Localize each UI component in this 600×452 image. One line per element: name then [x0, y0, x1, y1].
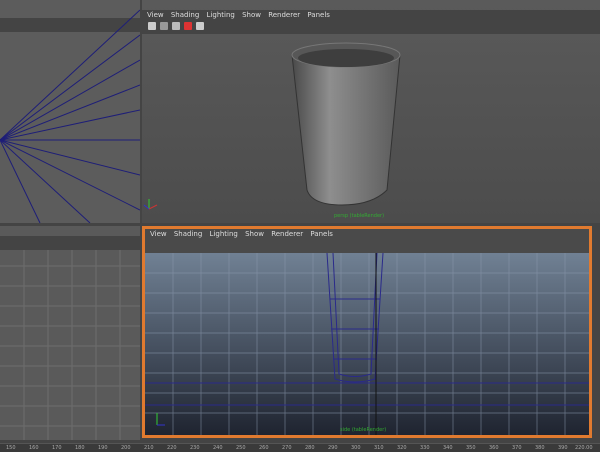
top-left-viewport[interactable]	[0, 0, 140, 223]
timeline-ruler[interactable]: 150 160 170 180 190 200 210 220 230 240 …	[0, 443, 600, 452]
perspective-viewport[interactable]: View Shading Lighting Show Renderer Pane…	[142, 0, 600, 223]
tick-label: 390	[558, 445, 568, 451]
top-left-grid	[0, 9, 140, 223]
tick-label: 260	[259, 445, 269, 451]
end-value: 220.00	[575, 445, 593, 451]
tick-label: 310	[374, 445, 384, 451]
tick-label: 210	[144, 445, 154, 451]
tick-label: 230	[190, 445, 200, 451]
tick-label: 150	[6, 445, 16, 451]
bottom-left-grid	[0, 250, 140, 440]
tick-label: 380	[535, 445, 545, 451]
tick-label: 330	[420, 445, 430, 451]
tick-label: 350	[466, 445, 476, 451]
tick-label: 190	[98, 445, 108, 451]
tick-label: 240	[213, 445, 223, 451]
tick-label: 250	[236, 445, 246, 451]
tick-label: 280	[305, 445, 315, 451]
tick-label: 290	[328, 445, 338, 451]
tick-label: 220	[167, 445, 177, 451]
tick-label: 340	[443, 445, 453, 451]
camera-label: persp (tableRender)	[334, 213, 385, 219]
side-viewport[interactable]: View Shading Lighting Show Renderer Pane…	[142, 226, 592, 438]
tick-label: 360	[489, 445, 499, 451]
tick-label: 200	[121, 445, 131, 451]
tick-label: 160	[29, 445, 39, 451]
tick-label: 300	[351, 445, 361, 451]
tick-label: 180	[75, 445, 85, 451]
camera-label: side (tableRender)	[340, 427, 387, 433]
tick-label: 320	[397, 445, 407, 451]
tick-label: 370	[512, 445, 522, 451]
tick-label: 170	[52, 445, 62, 451]
bottom-left-viewport[interactable]	[0, 226, 140, 440]
cup-model	[143, 42, 401, 210]
tick-label: 270	[282, 445, 292, 451]
side-grid	[145, 252, 589, 435]
